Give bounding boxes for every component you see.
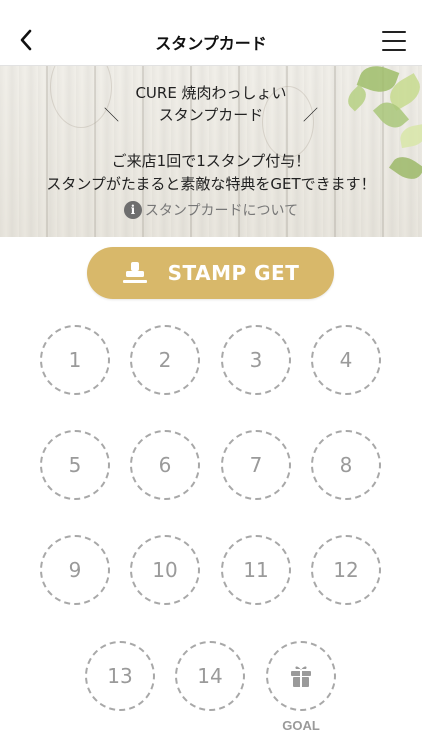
about-link-label: スタンプカードについて — [144, 203, 299, 219]
stamp-slot-2: 2 — [130, 325, 200, 395]
page-title: スタンプカード — [155, 34, 267, 53]
card-title-text: スタンプカード — [158, 106, 264, 124]
stamp-slot-12: 12 — [311, 535, 381, 605]
stamp-slot-11: 11 — [221, 535, 291, 605]
info-icon: i — [123, 201, 142, 219]
stamp-slot-1: 1 — [40, 325, 110, 395]
stamp-slot-6: 6 — [130, 430, 200, 500]
stamp-slot-5: 5 — [40, 430, 110, 500]
menu-icon — [382, 31, 406, 33]
goal-slot — [266, 641, 336, 711]
deco-right: ／ — [302, 106, 318, 124]
goal-label: GOAL — [282, 718, 320, 733]
about-stampcard-link[interactable]: i スタンプカードについて — [0, 200, 422, 220]
gift-icon — [291, 666, 311, 687]
stamp-slot-9: 9 — [40, 535, 110, 605]
stamp-slot-14: 14 — [175, 641, 245, 711]
store-name: CURE 焼肉わっしょい — [135, 84, 287, 102]
hero-banner: CURE 焼肉わっしょい ＼ スタンプカード ／ ご来店1回で1スタンプ付与！ … — [0, 66, 422, 237]
deco-left: ＼ — [104, 106, 120, 124]
stamp-slot-4: 4 — [311, 325, 381, 395]
stamp-slot-8: 8 — [311, 430, 381, 500]
description-line-2: スタンプがたまると素敵な特典をGETできます！ — [46, 175, 376, 193]
stamp-slot-13: 13 — [85, 641, 155, 711]
navigation-bar: スタンプカード — [0, 0, 422, 66]
stamp-get-button[interactable]: STAMP GET — [87, 247, 334, 299]
stamp-slot-7: 7 — [221, 430, 291, 500]
stamp-slot-10: 10 — [130, 535, 200, 605]
stamp-icon — [122, 261, 148, 285]
description-line-1: ご来店1回で1スタンプ付与！ — [111, 152, 311, 170]
stamp-slot-3: 3 — [221, 325, 291, 395]
menu-button[interactable] — [380, 28, 408, 54]
stamp-get-label: STAMP GET — [167, 261, 300, 285]
card-title: ＼ スタンプカード ／ — [0, 104, 422, 125]
